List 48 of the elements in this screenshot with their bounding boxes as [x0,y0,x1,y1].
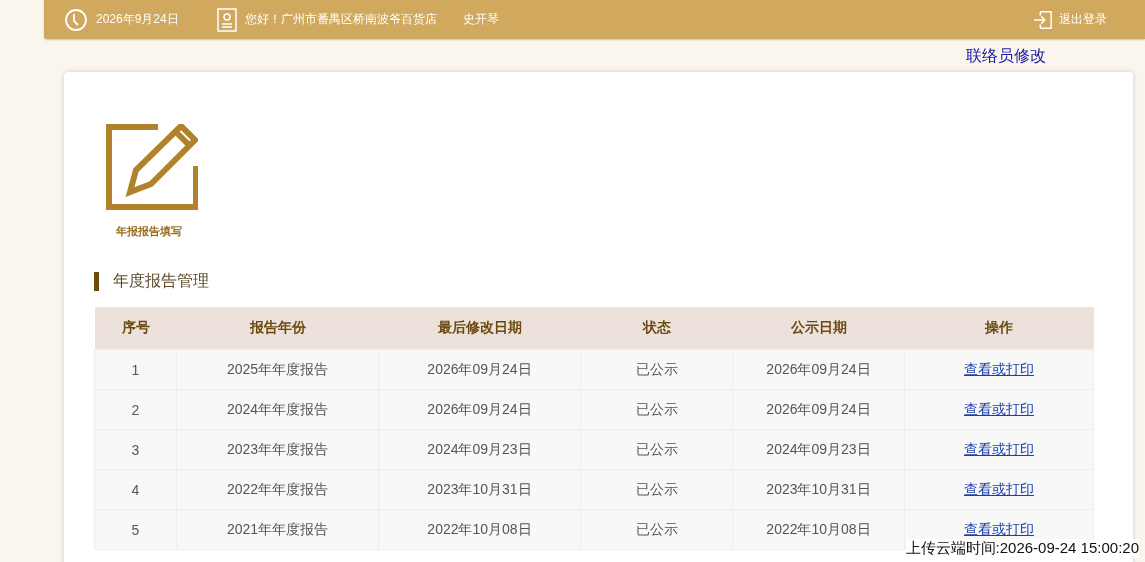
table-cell: 2023年10月31日 [732,469,905,510]
table-cell: 1 [94,349,177,390]
table-cell: 2026年09月24日 [378,349,581,390]
edit-icon[interactable] [106,124,198,210]
column-header: 公示日期 [732,307,905,350]
clock-icon [64,7,88,32]
contact-edit-link[interactable]: 联络员修改 [966,45,1046,67]
column-header: 状态 [580,307,733,350]
view-print-link[interactable]: 查看或打印 [964,360,1034,377]
section-marker [94,272,99,291]
section-title: 年度报告管理 [113,271,209,291]
table-cell: 已公示 [580,429,733,470]
table-cell: 2026年09月24日 [732,349,905,390]
table-cell: 3 [94,429,177,470]
greeting-text: 您好！广州市番禺区桥南波爷百货店 [244,11,437,28]
table-cell: 5 [94,509,177,550]
table-cell: 2024年09月23日 [378,429,581,470]
table-cell: 已公示 [580,509,733,550]
table-cell: 2025年年度报告 [176,349,379,390]
upload-time-text: 上传云端时间:2026-09-24 15:00:20 [905,539,1139,558]
table-cell: 已公示 [580,469,733,510]
column-header: 操作 [904,307,1094,350]
view-print-link[interactable]: 查看或打印 [964,520,1034,537]
tile-label[interactable]: 年报报告填写 [116,224,182,239]
table-cell: 4 [94,469,177,510]
table-cell: 2023年年度报告 [176,429,379,470]
table-cell: 2022年10月08日 [378,509,581,550]
view-print-link[interactable]: 查看或打印 [964,400,1034,417]
table-cell: 2024年09月23日 [732,429,905,470]
table-cell: 2 [94,389,177,430]
table-cell: 2023年10月31日 [378,469,581,510]
table-cell: 2026年09月24日 [732,389,905,430]
column-header: 报告年份 [176,307,379,350]
column-header: 序号 [94,307,177,350]
table-cell: 2024年年度报告 [176,389,379,430]
table-cell: 已公示 [580,349,733,390]
table-cell: 2022年10月08日 [732,509,905,550]
table-cell: 2022年年度报告 [176,469,379,510]
table-cell: 2021年年度报告 [176,509,379,550]
view-print-link[interactable]: 查看或打印 [964,440,1034,457]
column-header: 最后修改日期 [378,307,581,350]
logout-icon[interactable] [1033,9,1053,30]
table-cell: 2026年09月24日 [378,389,581,430]
view-print-link[interactable]: 查看或打印 [964,480,1034,497]
date-text: 2026年9月24日 [96,11,179,28]
id-card-icon [216,7,237,32]
table-cell: 已公示 [580,389,733,430]
user-name: 史开琴 [462,11,499,28]
